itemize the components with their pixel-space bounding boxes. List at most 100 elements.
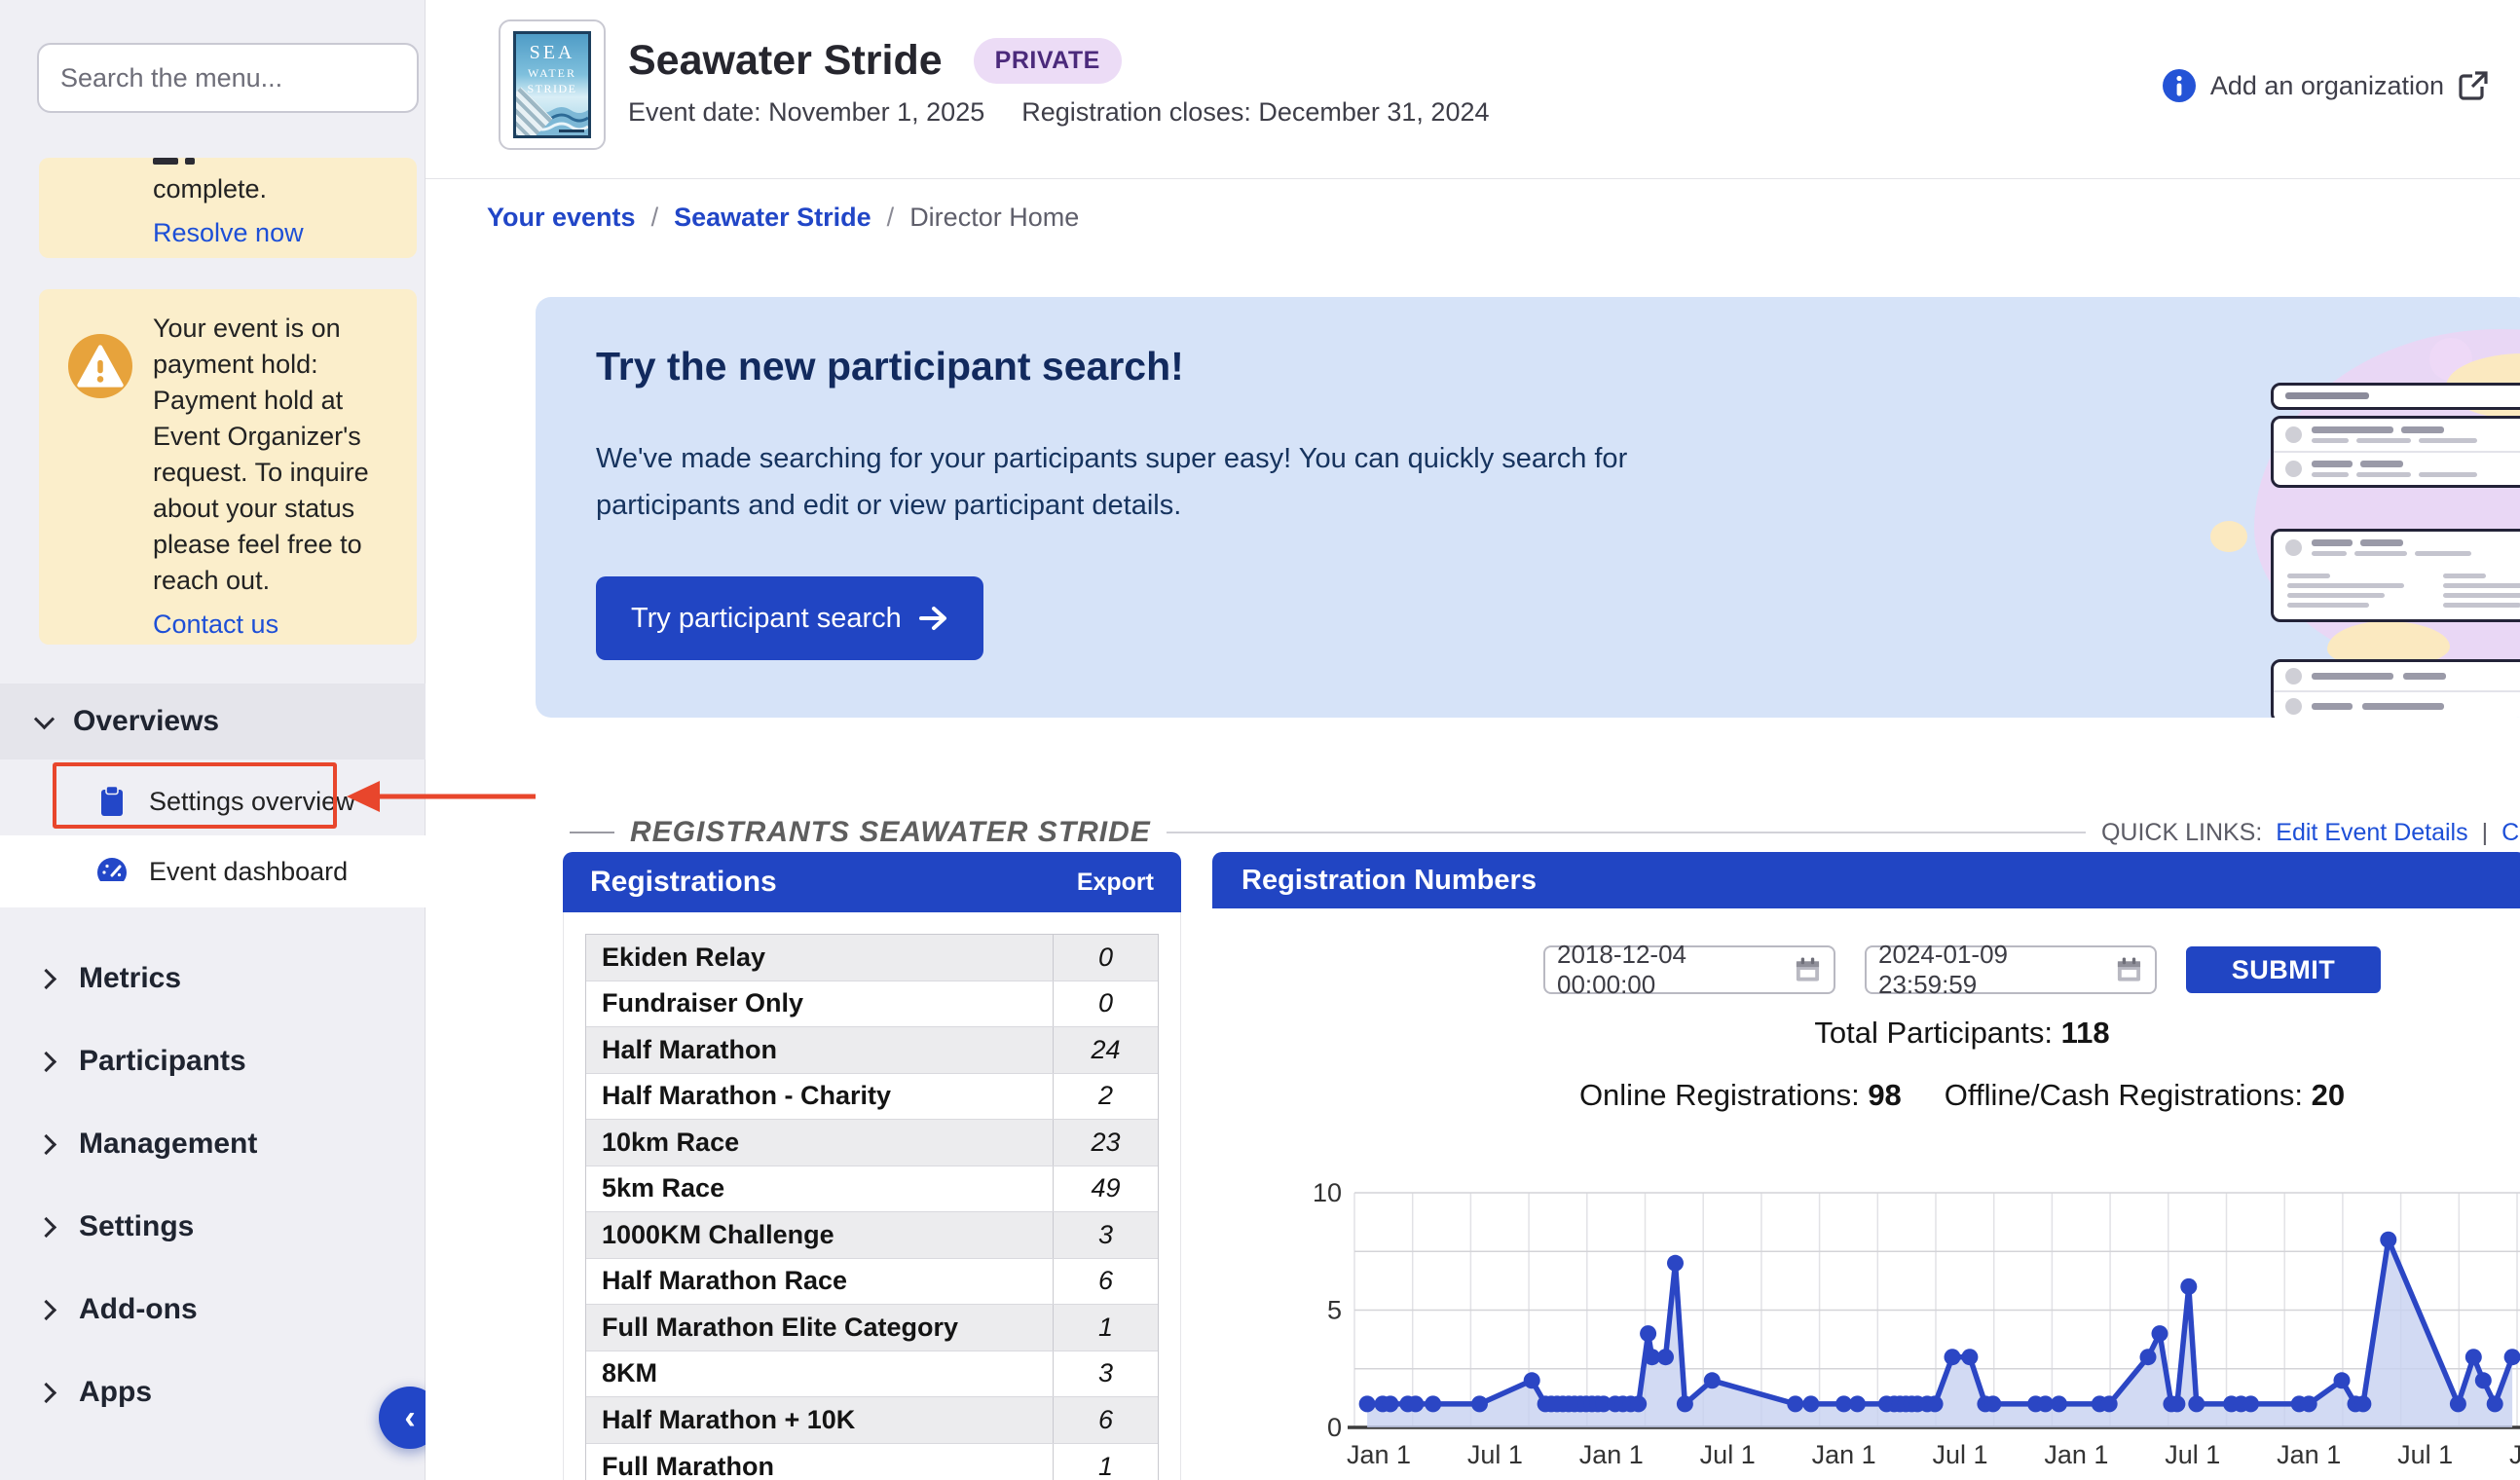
- svg-text:Jul 1: Jul 1: [1932, 1440, 1987, 1469]
- breadcrumb-event[interactable]: Seawater Stride: [674, 203, 871, 233]
- registration-row-label: 1000KM Challenge: [586, 1220, 1053, 1250]
- registration-row-value: 49: [1053, 1166, 1158, 1212]
- sidebar: complete. Resolve now Your event is on p…: [0, 0, 426, 1480]
- registration-row: Full Marathon1: [586, 1444, 1158, 1480]
- registration-row: Fundraiser Only0: [586, 981, 1158, 1028]
- registration-row: Half Marathon + 10K6: [586, 1397, 1158, 1444]
- sidebar-item-label: Settings: [79, 1210, 194, 1243]
- try-participant-search-button[interactable]: Try participant search: [596, 576, 983, 660]
- registration-row-value: 1: [1053, 1305, 1158, 1350]
- total-participants: Total Participants: 118: [1397, 1016, 2520, 1051]
- page-title: Seawater Stride: [628, 37, 943, 85]
- registration-row-value: 2: [1053, 1074, 1158, 1120]
- registration-row-value: 0: [1053, 935, 1158, 980]
- registration-row-value: 1: [1053, 1444, 1158, 1480]
- registration-row-label: Full Marathon: [586, 1452, 1053, 1480]
- breadcrumb-separator: /: [887, 203, 895, 233]
- sidebar-item-settings-overview[interactable]: Settings overview: [0, 767, 426, 835]
- submit-button[interactable]: SUBMIT: [2186, 946, 2381, 993]
- search-input[interactable]: [60, 63, 405, 93]
- search-input-wrapper: [37, 43, 419, 113]
- private-badge: PRIVATE: [974, 38, 1122, 84]
- quick-links-separator: |: [2482, 819, 2489, 847]
- breadcrumb: Your events / Seawater Stride / Director…: [487, 203, 1079, 233]
- yellow-blob: [2210, 521, 2247, 552]
- online-value: 98: [1868, 1078, 1901, 1112]
- arrow-right-icon: [919, 606, 948, 631]
- external-link-icon: [2458, 70, 2489, 101]
- breadcrumb-current: Director Home: [909, 203, 1079, 233]
- registrations-title: Registrations: [590, 866, 777, 899]
- registration-row-label: Half Marathon + 10K: [586, 1405, 1053, 1435]
- registration-row-value: 23: [1053, 1120, 1158, 1166]
- breadcrumb-separator: /: [651, 203, 659, 233]
- add-organization-label: Add an organization: [2210, 71, 2444, 101]
- offline-label: Offline/Cash Registrations:: [1945, 1078, 2312, 1112]
- contact-us-link[interactable]: Contact us: [153, 605, 278, 644]
- registration-row-value: 0: [1053, 981, 1158, 1027]
- sidebar-item-metrics[interactable]: Metrics: [0, 947, 426, 1010]
- copy-link-partial[interactable]: Cop: [2501, 819, 2520, 847]
- promo-banner: Try the new participant search! We've ma…: [536, 297, 2520, 718]
- sidebar-item-event-dashboard[interactable]: Event dashboard: [0, 835, 426, 907]
- sidebar-item-label: Management: [79, 1128, 257, 1161]
- registrations-chart: 0510Jan 1Jul 1Jan 1Jul 1Jan 1Jul 1Jan 1J…: [1305, 1181, 2520, 1480]
- total-label: Total Participants:: [1814, 1016, 2060, 1050]
- registration-row-label: 10km Race: [586, 1128, 1053, 1158]
- sidebar-item-label: Settings overview: [149, 787, 355, 817]
- sidebar-item-label: Apps: [79, 1376, 152, 1409]
- chevron-right-icon: [36, 1382, 56, 1402]
- svg-text:Jan 1: Jan 1: [2509, 1440, 2520, 1469]
- sidebar-item-management[interactable]: Management: [0, 1113, 426, 1175]
- resolve-now-link[interactable]: Resolve now: [153, 213, 304, 252]
- sidebar-item-apps[interactable]: Apps: [0, 1361, 426, 1424]
- illustration-card: [2271, 416, 2520, 488]
- chevron-right-icon: [36, 1216, 56, 1237]
- registration-row: Half Marathon - Charity2: [586, 1074, 1158, 1121]
- sidebar-item-label: Participants: [79, 1045, 246, 1078]
- registrations-table: Ekiden Relay0Fundraiser Only0Half Marath…: [585, 934, 1159, 1480]
- add-organization-link[interactable]: Add an organization: [2162, 68, 2489, 103]
- chevron-right-icon: [36, 968, 56, 988]
- cta-label: Try participant search: [631, 603, 902, 635]
- banner-title: Try the new participant search!: [596, 344, 1184, 389]
- svg-text:Jul 1: Jul 1: [2165, 1440, 2220, 1469]
- header-divider: [426, 178, 2520, 179]
- edit-event-details-link[interactable]: Edit Event Details: [2276, 819, 2467, 847]
- decorative-line: [1167, 832, 2086, 833]
- registrations-panel: Registrations Export Ekiden Relay0Fundra…: [563, 852, 1181, 1480]
- banner-body: We've made searching for your participan…: [596, 435, 1774, 529]
- quick-links-label: QUICK LINKS:: [2101, 819, 2262, 847]
- svg-text:Jul 1: Jul 1: [1700, 1440, 1756, 1469]
- sidebar-item-label: Metrics: [79, 962, 181, 995]
- sidebar-item-add-ons[interactable]: Add-ons: [0, 1278, 426, 1341]
- sidebar-item-label: Event dashboard: [149, 857, 348, 887]
- svg-text:Jan 1: Jan 1: [1347, 1440, 1411, 1469]
- registration-row: Half Marathon24: [586, 1027, 1158, 1074]
- svg-text:Jan 1: Jan 1: [2277, 1440, 2341, 1469]
- logo-line: WATER: [516, 66, 588, 81]
- registration-row-label: Fundraiser Only: [586, 988, 1053, 1018]
- sidebar-item-participants[interactable]: Participants: [0, 1030, 426, 1092]
- registration-row-label: Half Marathon Race: [586, 1266, 1053, 1296]
- svg-text:Jan 1: Jan 1: [1579, 1440, 1644, 1469]
- sidebar-section-overviews[interactable]: Overviews: [0, 684, 426, 759]
- svg-text:Jan 1: Jan 1: [1812, 1440, 1876, 1469]
- calendar-icon[interactable]: [2115, 955, 2143, 984]
- breadcrumb-your-events[interactable]: Your events: [487, 203, 636, 233]
- registration-row-label: Ekiden Relay: [586, 943, 1053, 973]
- numbers-panel: Registration Numbers 2018-12-04 00:00:00…: [1212, 852, 2520, 1480]
- date-to-input[interactable]: 2024-01-09 23:59:59: [1865, 945, 2157, 994]
- date-from-input[interactable]: 2018-12-04 00:00:00: [1543, 945, 1835, 994]
- registration-row-label: Half Marathon: [586, 1035, 1053, 1065]
- illustration-card: [2271, 659, 2520, 718]
- date-to-value: 2024-01-09 23:59:59: [1878, 940, 2105, 1000]
- logo-tagline: [559, 130, 584, 132]
- chevron-right-icon: [36, 1133, 56, 1154]
- event-date: Event date: November 1, 2025: [628, 97, 984, 128]
- sidebar-item-settings[interactable]: Settings: [0, 1196, 426, 1258]
- quick-links: QUICK LINKS: Edit Event Details | Cop: [2101, 819, 2520, 847]
- export-button[interactable]: Export: [1077, 869, 1154, 897]
- registration-row-label: Full Marathon Elite Category: [586, 1313, 1053, 1343]
- calendar-icon[interactable]: [1794, 955, 1822, 984]
